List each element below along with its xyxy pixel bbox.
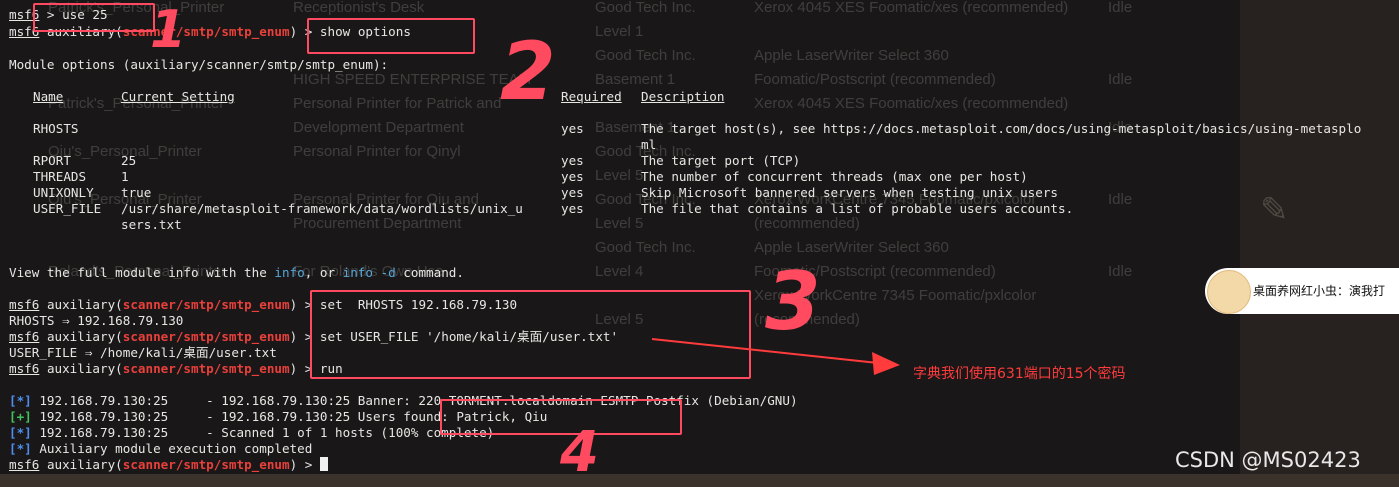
- background-table-cell: Level 5: [595, 215, 644, 232]
- background-table-cell: Good Tech Inc.: [595, 47, 696, 64]
- option-required: yes: [561, 121, 584, 136]
- prompt-module-word: auxiliary(: [46, 457, 123, 472]
- output-userfile: USER_FILE ⇒ /home/kali/桌面/user.txt: [9, 345, 277, 360]
- prompt-module-path: scanner/smtp/smtp_enum: [122, 361, 290, 376]
- result-text: 192.168.79.130:25 - 192.168.79.130:25 Ba…: [31, 393, 798, 408]
- status-tag: [*]: [9, 441, 32, 456]
- option-value: true: [121, 185, 152, 200]
- output-rhosts: RHOSTS ⇒ 192.168.79.130: [9, 313, 184, 328]
- annotation-number-4: 4: [560, 420, 599, 485]
- prompt-msf6: msf6: [9, 457, 40, 472]
- annotation-box-1: [33, 3, 155, 32]
- option-required: yes: [561, 153, 584, 168]
- chat-text: 桌面养网红小虫：演我打: [1253, 284, 1386, 298]
- col-header-current: Current Setting: [121, 89, 235, 104]
- background-table-cell: Level 1: [595, 23, 644, 40]
- line-final-prompt[interactable]: msf6 auxiliary(scanner/smtp/smtp_enum) >: [9, 457, 328, 473]
- option-description: Skip Microsoft bannered servers when tes…: [641, 185, 1059, 200]
- background-table-cell: Development Department: [293, 119, 464, 136]
- prompt-module-path: scanner/smtp/smtp_enum: [122, 457, 290, 472]
- background-table-cell: Idle: [1108, 263, 1133, 280]
- annotation-arrow-icon: [651, 338, 900, 375]
- bottom-background-strip: [0, 474, 1399, 487]
- col-header-required: Required: [561, 89, 622, 104]
- background-table-cell: Idle: [1108, 71, 1133, 88]
- option-description-cont: ml: [641, 137, 657, 152]
- view-info-text: command.: [395, 265, 464, 280]
- info-d-command: info -d: [342, 265, 396, 280]
- view-info-text: , or: [304, 265, 343, 280]
- prompt-module-path: scanner/smtp/smtp_enum: [122, 329, 290, 344]
- option-name: RPORT: [33, 153, 71, 168]
- background-table-cell: Idle: [1108, 191, 1133, 208]
- option-name: UNIXONLY: [33, 185, 94, 200]
- result-line: [*] 192.168.79.130:25 - Scanned 1 of 1 h…: [9, 425, 494, 441]
- line-run: msf6 auxiliary(scanner/smtp/smtp_enum) >…: [9, 361, 343, 377]
- prompt-module-word: auxiliary(: [46, 361, 123, 376]
- terminal-cursor: [319, 457, 328, 471]
- option-required: yes: [561, 185, 584, 200]
- option-required: yes: [561, 169, 584, 184]
- module-options-header: Module options (auxiliary/scanner/smtp/s…: [9, 57, 389, 72]
- option-value: 1: [121, 169, 129, 184]
- background-table-cell: Xerox 4045 XES Foomatic/xes (recommended…: [754, 95, 1069, 112]
- result-text: Auxiliary module execution completed: [31, 441, 313, 456]
- result-text: 192.168.79.130:25 - Scanned 1 of 1 hosts…: [31, 425, 495, 440]
- view-info-text: View the full module info with the: [9, 265, 275, 280]
- option-description: The file that contains a list of probabl…: [641, 201, 1074, 216]
- background-table-cell: Idle: [1108, 0, 1133, 16]
- prompt-msf6: msf6: [9, 297, 40, 312]
- status-tag: [*]: [9, 393, 32, 408]
- option-value: /usr/share/metasploit-framework/data/wor…: [121, 201, 523, 216]
- option-name: THREADS: [33, 169, 87, 184]
- background-table-cell: Personal Printer for Patrick and: [293, 95, 502, 112]
- background-scribble: ✎: [1260, 190, 1289, 230]
- prompt-suffix: >: [297, 457, 320, 472]
- option-name: RHOSTS: [33, 121, 79, 136]
- option-value: 25: [121, 153, 137, 168]
- option-name: USER_FILE: [33, 201, 102, 216]
- watermark: CSDN @MS02423: [1175, 448, 1361, 472]
- background-table-cell: Level 5: [595, 167, 644, 184]
- col-header-name: Name: [33, 89, 64, 104]
- prompt-module-word: auxiliary(: [46, 297, 123, 312]
- info-command: info: [274, 265, 305, 280]
- option-description: The number of concurrent threads (max on…: [641, 169, 1028, 184]
- option-value-cont: sers.txt: [121, 217, 182, 232]
- right-background-panel: ✎: [1240, 0, 1399, 487]
- annotation-note: 字典我们使用631端口的15个密码: [913, 366, 1126, 382]
- status-tag: [+]: [9, 409, 32, 424]
- annotation-box-2: [307, 18, 475, 54]
- option-description: The target port (TCP): [641, 153, 801, 168]
- status-tag: [*]: [9, 425, 32, 440]
- annotation-number-1: 1: [150, 0, 187, 60]
- prompt-msf6: msf6: [9, 361, 40, 376]
- prompt-module-path: scanner/smtp/smtp_enum: [122, 297, 290, 312]
- avatar: [1207, 270, 1251, 314]
- background-table-cell: Foomatic/Postscript (recommended): [754, 71, 996, 88]
- chat-notification[interactable]: 桌面养网红小虫：演我打: [1205, 268, 1399, 314]
- background-table-cell: Xerox 4045 XES Foomatic/xes (recommended…: [754, 0, 1069, 16]
- background-table-cell: Receptionist's Desk: [293, 0, 425, 16]
- background-table-cell: Level 4: [595, 263, 644, 280]
- prompt-module-word: auxiliary(: [46, 329, 123, 344]
- annotation-number-2: 2: [500, 25, 556, 118]
- background-table-cell: Apple LaserWriter Select 360: [754, 47, 949, 64]
- view-info-line: View the full module info with the info,…: [9, 265, 464, 281]
- background-table-cell: Good Tech Inc.: [595, 239, 696, 256]
- prompt-msf6: msf6: [9, 329, 40, 344]
- col-header-description: Description: [641, 89, 725, 104]
- option-required: yes: [561, 201, 584, 216]
- background-table-cell: Good Tech Inc.: [595, 0, 696, 16]
- result-line: [*] Auxiliary module execution completed: [9, 441, 312, 457]
- option-description: The target host(s), see https://docs.met…: [641, 121, 1362, 136]
- background-table-cell: Personal Printer for Qinyl: [293, 143, 461, 160]
